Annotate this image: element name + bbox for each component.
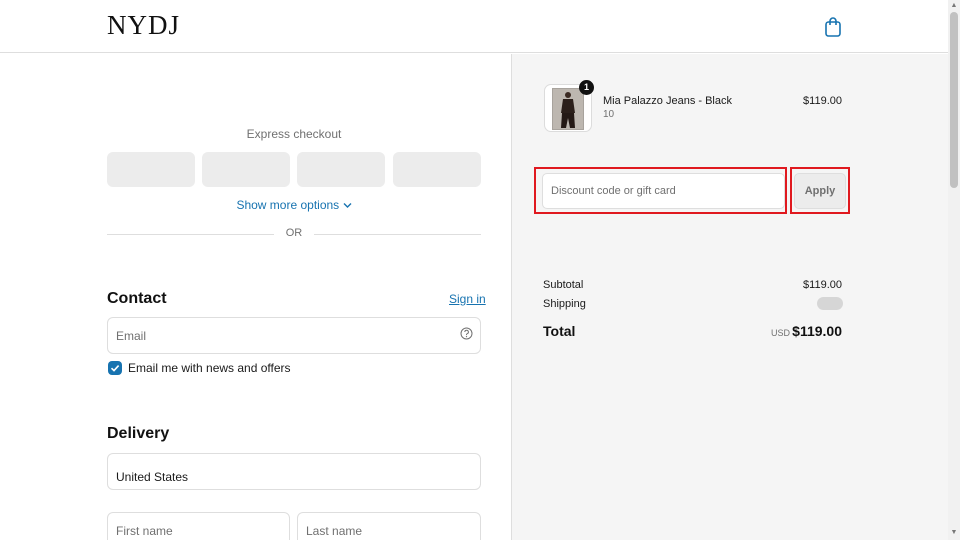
express-payment-button[interactable] bbox=[107, 152, 195, 187]
chevron-down-icon bbox=[343, 198, 352, 212]
discount-placeholder: Discount code or gift card bbox=[551, 185, 676, 197]
last-name-placeholder: Last name bbox=[306, 524, 363, 538]
email-field[interactable]: Email bbox=[107, 317, 481, 354]
express-payment-button[interactable] bbox=[297, 152, 385, 187]
sign-in-link[interactable]: Sign in bbox=[449, 292, 486, 306]
first-name-placeholder: First name bbox=[116, 524, 173, 538]
or-text: OR bbox=[285, 227, 303, 239]
newsletter-label: Email me with news and offers bbox=[128, 361, 291, 375]
scroll-down-arrow-icon[interactable]: ▼ bbox=[950, 529, 958, 537]
discount-code-input[interactable]: Discount code or gift card bbox=[542, 173, 785, 209]
apply-button[interactable]: Apply bbox=[794, 173, 846, 209]
page-scrollbar[interactable]: ▲ ▼ bbox=[948, 0, 960, 540]
delivery-heading: Delivery bbox=[107, 425, 170, 442]
last-name-field[interactable]: Last name bbox=[297, 512, 481, 540]
express-payment-button[interactable] bbox=[202, 152, 290, 187]
total-label: Total bbox=[543, 323, 576, 339]
product-price: $119.00 bbox=[803, 95, 842, 107]
quantity-badge: 1 bbox=[579, 80, 594, 95]
scroll-up-arrow-icon[interactable]: ▲ bbox=[950, 2, 958, 10]
scrollbar-thumb[interactable] bbox=[950, 12, 958, 188]
country-value: United States bbox=[116, 470, 189, 484]
total-value: $119.00 bbox=[792, 323, 842, 339]
product-name: Mia Palazzo Jeans - Black bbox=[603, 95, 732, 107]
shipping-value-placeholder bbox=[817, 297, 843, 310]
or-divider: OR bbox=[107, 227, 481, 241]
question-circle-icon[interactable] bbox=[460, 327, 473, 340]
first-name-field[interactable]: First name bbox=[107, 512, 290, 540]
subtotal-value: $119.00 bbox=[803, 279, 842, 291]
email-placeholder: Email bbox=[116, 329, 147, 343]
express-checkout-title: Express checkout bbox=[246, 127, 342, 141]
contact-heading: Contact bbox=[107, 290, 167, 307]
shopping-bag-icon[interactable] bbox=[823, 16, 843, 38]
express-payment-button[interactable] bbox=[393, 152, 481, 187]
shipping-label: Shipping bbox=[543, 298, 586, 310]
subtotal-label: Subtotal bbox=[543, 279, 584, 291]
show-more-label: Show more options bbox=[236, 198, 340, 212]
brand-logo[interactable]: NYDJ bbox=[107, 10, 180, 41]
divider-line bbox=[314, 234, 481, 235]
show-more-options-link[interactable]: Show more options bbox=[107, 198, 481, 212]
product-variant: 10 bbox=[603, 109, 615, 120]
checkout-form-column: Express checkout Show more options OR Co… bbox=[0, 54, 511, 540]
country-select[interactable]: United States bbox=[107, 453, 481, 490]
newsletter-checkbox[interactable] bbox=[108, 361, 122, 375]
order-summary: 1 Mia Palazzo Jeans - Black 10 $119.00 D… bbox=[511, 54, 948, 540]
site-header: NYDJ bbox=[0, 0, 948, 53]
currency-code: USD bbox=[771, 328, 791, 338]
